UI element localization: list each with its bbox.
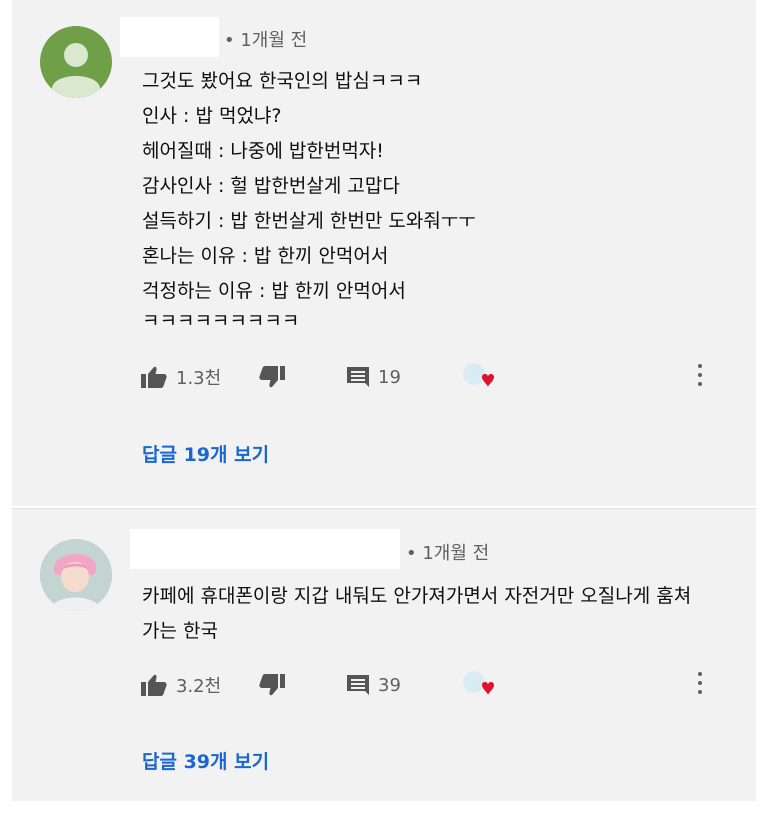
comment-action-bar: 3.2천 39 <box>140 670 730 700</box>
comment-text-line: 혼나는 이유 : 밥 한끼 안먹어서 <box>142 245 389 267</box>
user-photo-icon <box>40 539 112 611</box>
comment-text-line: 걱정하는 이유 : 밥 한끼 안먹어서 <box>142 280 406 302</box>
creator-heart-badge <box>460 362 496 392</box>
more-options-button[interactable] <box>696 672 704 698</box>
like-count: 1.3천 <box>176 368 222 389</box>
thumbs-up-icon <box>141 366 167 388</box>
comment-text-line: 가는 한국 <box>142 620 218 642</box>
view-replies-link[interactable]: 답글 19개 보기 <box>142 440 269 467</box>
thumbs-up-icon <box>141 674 167 696</box>
comment-text-line: 감사인사 : 헐 밥한번살게 고맙다 <box>142 175 400 197</box>
comment-thread: • 1개월 전 그것도 봤어요 한국인의 밥심ㅋㅋㅋ 인사 : 밥 먹었냐? 헤… <box>12 0 756 506</box>
reply-comment-icon <box>347 675 369 695</box>
reply-comment-icon <box>347 367 369 387</box>
comment-text-line: 헤어질때 : 나중에 밥한번먹자! <box>142 140 384 162</box>
user-avatar[interactable] <box>40 539 112 611</box>
thumbs-down-icon <box>259 674 285 696</box>
reply-count: 19 <box>378 366 401 388</box>
more-vertical-icon <box>696 672 704 694</box>
comment-timestamp: • 1개월 전 <box>224 30 308 51</box>
dislike-button[interactable] <box>258 362 286 392</box>
reply-button[interactable]: 19 <box>346 362 401 392</box>
dislike-button[interactable] <box>258 670 286 700</box>
author-name-redacted <box>130 529 400 569</box>
comment-timestamp: • 1개월 전 <box>406 543 490 564</box>
reply-count: 39 <box>378 674 401 696</box>
like-button[interactable]: 3.2천 <box>140 670 221 700</box>
reply-button[interactable]: 39 <box>346 670 401 700</box>
like-count: 3.2천 <box>176 676 222 697</box>
comment-text-line: 카페에 휴대폰이랑 지갑 내둬도 안가져가면서 자전거만 오질나게 훔쳐 <box>142 585 692 607</box>
more-options-button[interactable] <box>696 364 704 390</box>
creator-heart-icon <box>463 671 494 695</box>
comment-text-line: 인사 : 밥 먹었냐? <box>142 105 282 127</box>
comment-text-line: 그것도 봤어요 한국인의 밥심ㅋㅋㅋ <box>142 70 423 92</box>
user-avatar[interactable] <box>40 26 112 98</box>
view-replies-link[interactable]: 답글 39개 보기 <box>142 747 269 774</box>
creator-heart-badge <box>460 670 496 700</box>
author-name-redacted <box>120 17 219 57</box>
default-user-icon <box>52 43 100 98</box>
creator-heart-icon <box>463 363 494 387</box>
more-vertical-icon <box>696 364 704 386</box>
thumbs-down-icon <box>259 366 285 388</box>
comment-thread: • 1개월 전 카페에 휴대폰이랑 지갑 내둬도 안가져가면서 자전거만 오질나… <box>12 508 756 801</box>
comment-text-line: 설득하기 : 밥 한번살게 한번만 도와줘ㅜㅜ <box>142 210 476 232</box>
like-button[interactable]: 1.3천 <box>140 362 221 392</box>
comment-text-line: ㅋㅋㅋㅋㅋㅋㅋㅋㅋ <box>142 310 300 332</box>
comment-action-bar: 1.3천 19 <box>140 362 730 392</box>
